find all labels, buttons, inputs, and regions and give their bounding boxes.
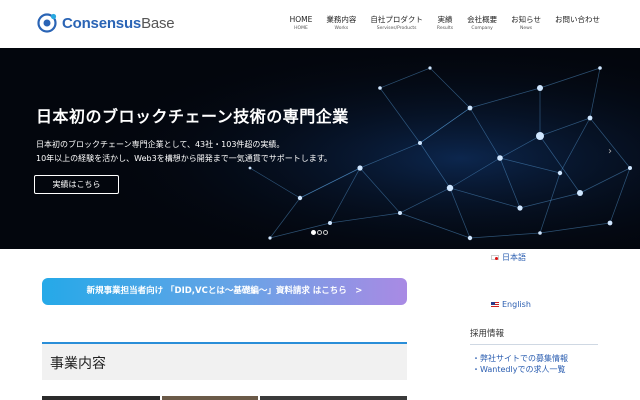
business-thumbnails [42, 396, 407, 400]
recruit-heading: 採用情報 [470, 327, 598, 345]
hero-description: 日本初のブロックチェーン専門企業として、43社・103件超の実績。 10年以上の… [36, 138, 332, 166]
nav-results[interactable]: 実績 Results [437, 15, 453, 33]
nav-products[interactable]: 自社プロダクト Servises/Products [370, 15, 423, 33]
nav-contact-label: お問い合わせ [555, 15, 600, 24]
nav-products-sublabel: Servises/Products [376, 26, 417, 31]
hero-description-line: 10年以上の経験を活かし、Web3を構想から開発まで一気通貫でサポートします。 [36, 154, 332, 163]
nav-works-label: 業務内容 [326, 15, 357, 24]
nav-results-label: 実績 [437, 15, 453, 24]
site-header: ConsensusBase HOME HOME 業務内容 Works 自社プロダ… [0, 0, 640, 48]
nav-results-sublabel: Results [436, 26, 454, 31]
hero-title: 日本初のブロックチェーン技術の専門企業 [36, 107, 349, 126]
lang-japanese-link[interactable]: 日本語 [491, 252, 526, 263]
nav-contact[interactable]: お問い合わせ [555, 15, 600, 33]
nav-home[interactable]: HOME HOME [290, 15, 313, 33]
nav-company-label: 会社概要 [467, 15, 498, 24]
slider-dot[interactable] [311, 230, 316, 235]
us-flag-icon [491, 302, 499, 307]
chevron-right-icon[interactable]: › [608, 146, 612, 157]
logo-text: ConsensusBase [62, 14, 175, 32]
business-thumbnail[interactable] [162, 396, 258, 400]
wantedly-link[interactable]: ・Wantedlyでの求人一覧 [472, 364, 565, 375]
recruit-site-link[interactable]: ・弊社サイトでの募集情報 [472, 353, 568, 364]
business-thumbnail[interactable] [260, 396, 407, 400]
nav-news-sublabel: News [519, 26, 533, 31]
section-title: 事業内容 [50, 356, 106, 372]
nav-company-sublabel: Company [471, 26, 493, 31]
slider-dot[interactable] [317, 230, 322, 235]
lang-english-link[interactable]: English [491, 300, 531, 309]
nav-products-label: 自社プロダクト [370, 15, 423, 24]
business-thumbnail[interactable] [42, 396, 160, 400]
nav-news[interactable]: お知らせ News [511, 15, 541, 33]
nav-home-sublabel: HOME [294, 26, 308, 31]
logo-mark-icon [37, 13, 57, 33]
slider-dots [311, 230, 329, 235]
nav-company[interactable]: 会社概要 Company [467, 15, 497, 33]
document-request-banner[interactable]: 新規事業担当者向け 「DID,VCとは〜基礎編〜」資料請求 はこちら > [42, 278, 407, 305]
hero-slider: 日本初のブロックチェーン技術の専門企業 日本初のブロックチェーン専門企業として、… [0, 48, 640, 249]
nav-news-label: お知らせ [511, 15, 541, 24]
japan-flag-icon [491, 255, 499, 260]
main-nav: HOME HOME 業務内容 Works 自社プロダクト Servises/Pr… [276, 15, 600, 33]
slider-dot[interactable] [323, 230, 328, 235]
results-button[interactable]: 実績はこちら [34, 175, 119, 194]
nav-home-label: HOME [289, 15, 313, 24]
lang-japanese-label: 日本語 [502, 253, 526, 262]
nav-works[interactable]: 業務内容 Works [326, 15, 356, 33]
hero-description-line: 日本初のブロックチェーン専門企業として、43社・103件超の実績。 [36, 140, 285, 149]
business-section-header: 事業内容 [42, 342, 407, 380]
nav-works-sublabel: Works [334, 26, 349, 31]
lang-english-label: English [502, 300, 531, 309]
site-logo[interactable]: ConsensusBase [36, 12, 175, 34]
